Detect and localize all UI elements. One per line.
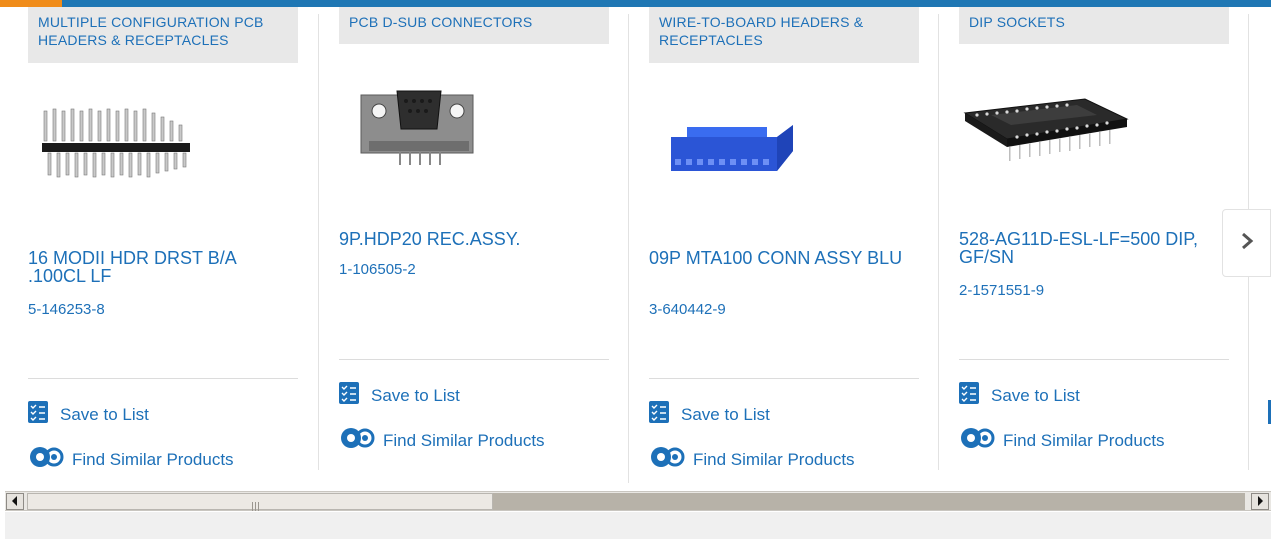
find-similar-products-button[interactable]: Find Similar Products: [959, 426, 1165, 455]
part-number[interactable]: 1-106505-2: [339, 261, 416, 278]
find-similar-label: Find Similar Products: [383, 430, 545, 450]
product-title[interactable]: 09P MTA100 CONN ASSY BLU: [649, 249, 919, 267]
product-carousel: MULTIPLE CONFIGURATION PCB HEADERS & REC…: [0, 7, 1271, 483]
product-card: PCB D-SUB CONNECTORS 9P.HDP20 REC.ASSY. …: [339, 7, 609, 483]
save-to-list-label: Save to List: [681, 404, 770, 424]
checklist-icon: [28, 401, 48, 428]
scroll-left-button[interactable]: [6, 493, 24, 510]
save-to-list-button[interactable]: Save to List: [959, 382, 1080, 409]
gears-icon: [339, 426, 377, 455]
product-card: WIRE-TO-BOARD HEADERS & RECEPTACLES 09P …: [649, 7, 919, 483]
category-label[interactable]: MULTIPLE CONFIGURATION PCB HEADERS & REC…: [28, 7, 298, 63]
dsub-connector-image[interactable]: [359, 81, 479, 176]
gears-icon: [28, 445, 66, 474]
grip-icon: [252, 498, 262, 511]
save-to-list-button[interactable]: Save to List: [339, 382, 460, 409]
checklist-icon: [959, 382, 979, 409]
chevron-right-icon: [1240, 232, 1254, 255]
scrollbar-thumb[interactable]: [27, 493, 493, 511]
footer-area: [5, 512, 1271, 539]
find-similar-label: Find Similar Products: [693, 449, 855, 469]
product-title[interactable]: 9P.HDP20 REC.ASSY.: [339, 230, 609, 248]
checklist-icon: [649, 401, 669, 428]
dip-socket-image[interactable]: [961, 93, 1131, 178]
category-label[interactable]: WIRE-TO-BOARD HEADERS & RECEPTACLES: [649, 7, 919, 63]
find-similar-label: Find Similar Products: [72, 449, 234, 469]
gears-icon: [649, 445, 687, 474]
save-to-list-label: Save to List: [991, 385, 1080, 405]
save-to-list-button[interactable]: Save to List: [649, 401, 770, 428]
scroll-right-button[interactable]: [1251, 493, 1269, 510]
category-label[interactable]: DIP SOCKETS: [959, 7, 1229, 44]
save-to-list-label: Save to List: [371, 385, 460, 405]
save-to-list-label: Save to List: [60, 404, 149, 424]
horizontal-scrollbar[interactable]: [5, 491, 1271, 511]
find-similar-products-button[interactable]: Find Similar Products: [28, 445, 234, 474]
checklist-icon: [339, 382, 359, 409]
arrow-left-icon: [11, 493, 19, 511]
part-number[interactable]: 2-1571551-9: [959, 282, 1044, 299]
arrow-right-icon: [1256, 493, 1264, 511]
category-label[interactable]: PCB D-SUB CONNECTORS: [339, 7, 609, 44]
divider: [959, 359, 1229, 360]
product-card: DIP SOCKETS 528-AG11D-ESL-LF=500 DIP, GF…: [959, 7, 1229, 483]
divider: [28, 378, 298, 379]
gears-icon: [959, 426, 997, 455]
save-to-list-button[interactable]: Save to List: [28, 401, 149, 428]
product-title[interactable]: 528-AG11D-ESL-LF=500 DIP, GF/SN: [959, 230, 1229, 266]
divider: [339, 359, 609, 360]
card-separator: [628, 14, 629, 483]
part-number[interactable]: 3-640442-9: [649, 301, 726, 318]
blue-connector-image[interactable]: [667, 119, 797, 184]
product-card: MULTIPLE CONFIGURATION PCB HEADERS & REC…: [28, 7, 298, 483]
find-similar-label: Find Similar Products: [1003, 430, 1165, 450]
find-similar-products-button[interactable]: Find Similar Products: [339, 426, 545, 455]
scrollbar-track[interactable]: [493, 493, 1245, 510]
part-number[interactable]: 5-146253-8: [28, 301, 105, 318]
card-separator: [318, 14, 319, 470]
product-title[interactable]: 16 MODII HDR DRST B/A .100CL LF: [28, 249, 298, 285]
carousel-next-button[interactable]: [1222, 209, 1271, 277]
top-accent-bar: [0, 0, 1271, 7]
find-similar-products-button[interactable]: Find Similar Products: [649, 445, 855, 474]
pin-header-image[interactable]: [36, 103, 196, 188]
card-separator: [938, 14, 939, 470]
divider: [649, 378, 919, 379]
top-accent-segment: [0, 0, 62, 7]
